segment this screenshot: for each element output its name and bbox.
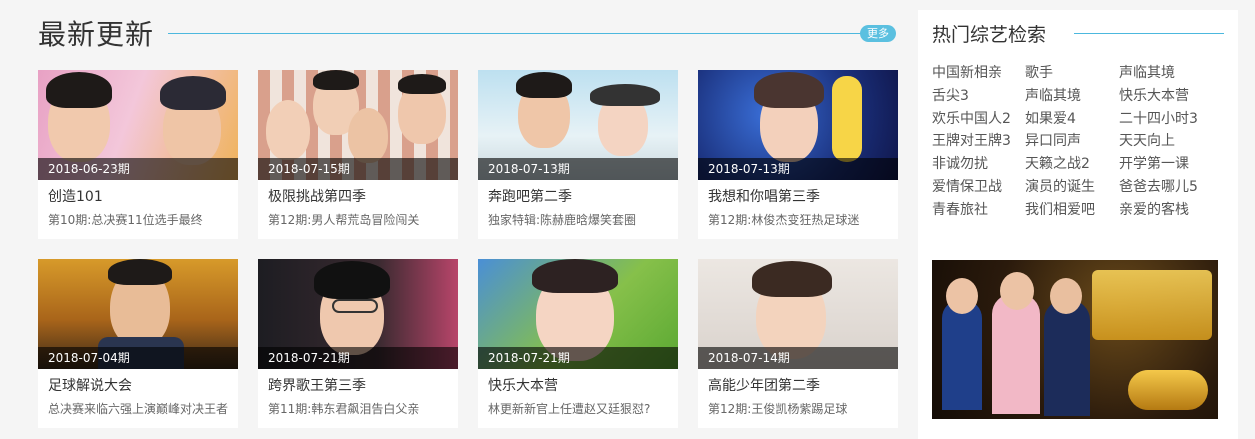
hot-item[interactable]: 天天向上 [1119, 130, 1224, 153]
hot-item[interactable]: 我们相爱吧 [1025, 199, 1119, 222]
card-subtitle[interactable]: 第12期:男人帮荒岛冒险闯关 [268, 210, 454, 230]
hot-item[interactable]: 亲爱的客栈 [1119, 199, 1224, 222]
hot-item[interactable]: 如果爱4 [1025, 108, 1119, 131]
hot-item[interactable]: 欢乐中国人2 [932, 108, 1025, 131]
hot-item[interactable]: 天籁之战2 [1025, 153, 1119, 176]
show-thumbnail[interactable]: 2018-07-21期 [478, 259, 678, 369]
show-card-kuaile[interactable]: 2018-07-21期 快乐大本营 林更新新官上任遭赵又廷狠怼? [478, 259, 678, 428]
hot-variety-panel: 热门综艺检索 中国新相亲 歌手 声临其境 舌尖3 声临其境 快乐大本营 欢乐中国… [918, 10, 1238, 439]
card-title[interactable]: 我想和你唱第三季 [708, 186, 820, 208]
date-badge: 2018-07-13期 [698, 158, 898, 180]
card-title[interactable]: 跨界歌王第三季 [268, 375, 366, 397]
hot-item[interactable]: 演员的诞生 [1025, 176, 1119, 199]
sidebar-title: 热门综艺检索 [932, 24, 1047, 46]
sidebar-divider [1074, 33, 1224, 34]
hot-item[interactable]: 快乐大本营 [1119, 85, 1224, 108]
hot-item[interactable]: 爸爸去哪儿5 [1119, 176, 1224, 199]
hot-item[interactable]: 歌手 [1025, 62, 1119, 85]
card-subtitle[interactable]: 独家特辑:陈赫鹿晗爆笑套圈 [488, 210, 674, 230]
title-divider [168, 33, 862, 34]
promo-banner[interactable] [932, 260, 1218, 419]
card-subtitle[interactable]: 第12期:林俊杰变狂热足球迷 [708, 210, 894, 230]
date-badge: 2018-07-13期 [478, 158, 678, 180]
hot-item[interactable]: 青春旅社 [932, 199, 1025, 222]
card-subtitle[interactable]: 第11期:韩东君飙泪告白父亲 [268, 399, 454, 419]
hot-item[interactable]: 二十四小时3 [1119, 108, 1224, 131]
show-thumbnail[interactable]: 2018-07-13期 [698, 70, 898, 180]
card-title[interactable]: 高能少年团第二季 [708, 375, 820, 397]
date-badge: 2018-07-14期 [698, 347, 898, 369]
date-badge: 2018-07-21期 [478, 347, 678, 369]
card-subtitle[interactable]: 第10期:总决赛11位选手最终 [48, 210, 234, 230]
show-thumbnail[interactable]: 2018-07-15期 [258, 70, 458, 180]
hot-item[interactable]: 中国新相亲 [932, 62, 1025, 85]
show-card-jixian[interactable]: 2018-07-15期 极限挑战第四季 第12期:男人帮荒岛冒险闯关 [258, 70, 458, 239]
show-thumbnail[interactable]: 2018-07-04期 [38, 259, 238, 369]
show-thumbnail[interactable]: 2018-07-14期 [698, 259, 898, 369]
date-badge: 2018-07-21期 [258, 347, 458, 369]
date-badge: 2018-06-23期 [38, 158, 238, 180]
show-thumbnail[interactable]: 2018-07-21期 [258, 259, 458, 369]
more-button[interactable]: 更多 [860, 25, 896, 42]
hot-item[interactable]: 声临其境 [1119, 62, 1224, 85]
hot-item[interactable]: 爱情保卫战 [932, 176, 1025, 199]
show-card-woxiang[interactable]: 2018-07-13期 我想和你唱第三季 第12期:林俊杰变狂热足球迷 [698, 70, 898, 239]
show-card-gaoneng[interactable]: 2018-07-14期 高能少年团第二季 第12期:王俊凯杨紫踢足球 [698, 259, 898, 428]
hot-item[interactable]: 非诚勿扰 [932, 153, 1025, 176]
show-thumbnail[interactable]: 2018-07-13期 [478, 70, 678, 180]
card-title[interactable]: 奔跑吧第二季 [488, 186, 572, 208]
show-card-zuqiu[interactable]: 2018-07-04期 足球解说大会 总决赛来临六强上演巅峰对决王者 [38, 259, 238, 428]
hot-item[interactable]: 开学第一课 [1119, 153, 1224, 176]
show-card-benpao[interactable]: 2018-07-13期 奔跑吧第二季 独家特辑:陈赫鹿晗爆笑套圈 [478, 70, 678, 239]
hot-item[interactable]: 异口同声 [1025, 130, 1119, 153]
hot-item[interactable]: 王牌对王牌3 [932, 130, 1025, 153]
card-title[interactable]: 足球解说大会 [48, 375, 132, 397]
date-badge: 2018-07-04期 [38, 347, 238, 369]
card-title[interactable]: 快乐大本营 [488, 375, 558, 397]
card-title[interactable]: 创造101 [48, 186, 103, 208]
card-title[interactable]: 极限挑战第四季 [268, 186, 366, 208]
card-subtitle[interactable]: 第12期:王俊凯杨紫踢足球 [708, 399, 894, 419]
show-thumbnail[interactable]: 2018-06-23期 [38, 70, 238, 180]
card-subtitle[interactable]: 总决赛来临六强上演巅峰对决王者 [48, 399, 234, 419]
hot-variety-list: 中国新相亲 歌手 声临其境 舌尖3 声临其境 快乐大本营 欢乐中国人2 如果爱4… [932, 62, 1224, 222]
hot-item[interactable]: 舌尖3 [932, 85, 1025, 108]
hot-item[interactable]: 声临其境 [1025, 85, 1119, 108]
section-title: 最新更新 [38, 18, 155, 51]
show-card-kuajie[interactable]: 2018-07-21期 跨界歌王第三季 第11期:韩东君飙泪告白父亲 [258, 259, 458, 428]
card-subtitle[interactable]: 林更新新官上任遭赵又廷狠怼? [488, 399, 674, 419]
show-card-chuangzao[interactable]: 2018-06-23期 创造101 第10期:总决赛11位选手最终 [38, 70, 238, 239]
date-badge: 2018-07-15期 [258, 158, 458, 180]
